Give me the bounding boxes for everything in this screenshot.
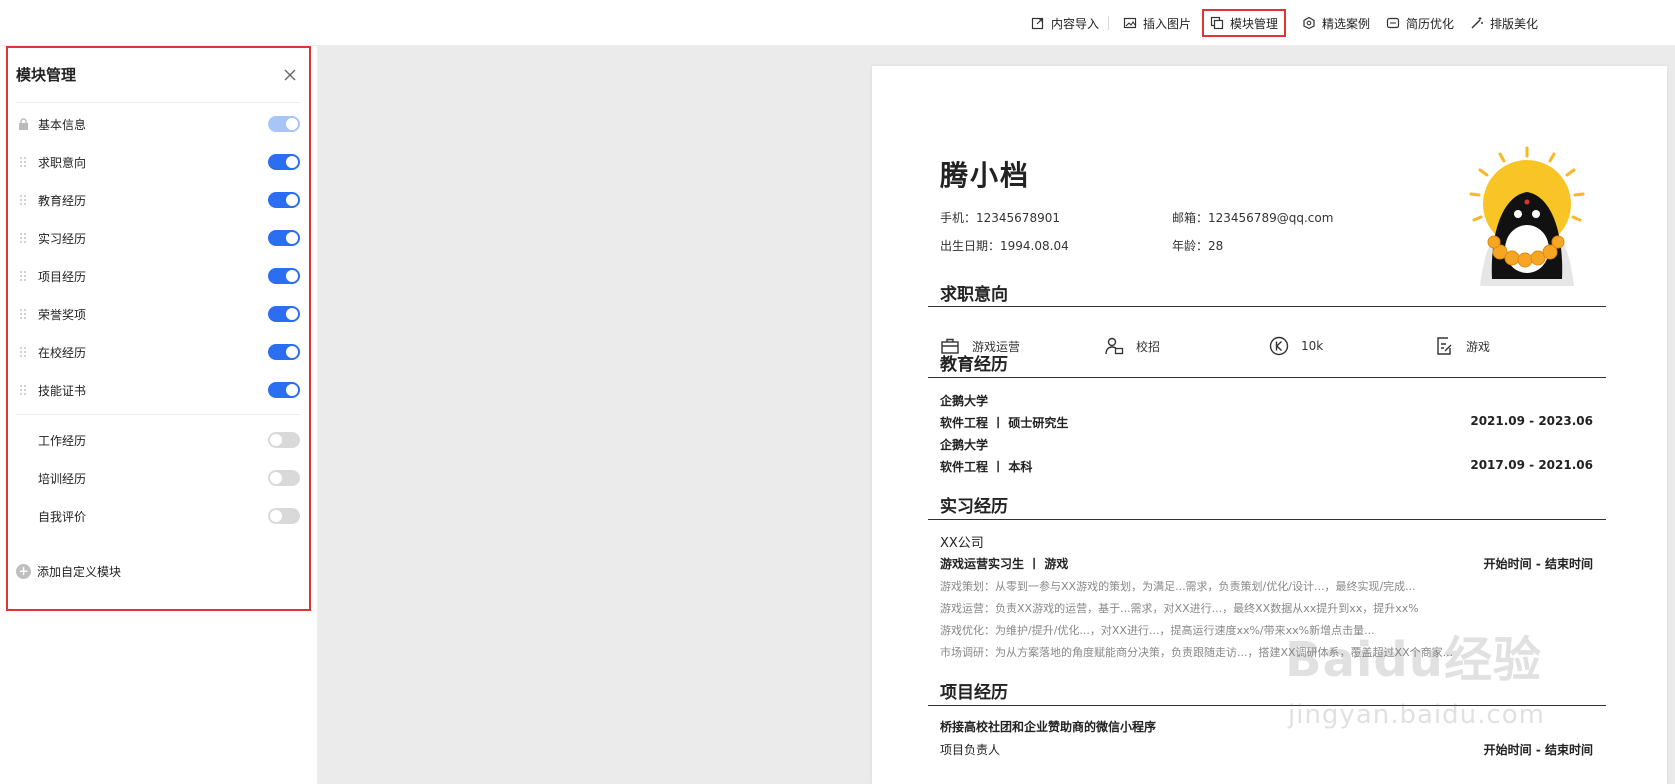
avatar[interactable]	[1462, 144, 1592, 294]
toolbar-divider	[1108, 16, 1109, 30]
top-toolbar: 内容导入 插入图片 模块管理 精选案例 简历优化 排版美化	[0, 0, 1675, 46]
drag-handle-icon[interactable]	[16, 193, 30, 207]
section-divider	[928, 377, 1606, 378]
module-toggle-skills[interactable]	[268, 382, 300, 398]
drag-handle-icon[interactable]	[16, 383, 30, 397]
module-row-campus[interactable]: 在校经历	[16, 340, 300, 364]
baidu-watermark: Baidu经验	[1285, 632, 1542, 688]
close-icon[interactable]	[282, 67, 298, 83]
lock-icon	[16, 117, 30, 131]
module-row-job-intent[interactable]: 求职意向	[16, 150, 300, 174]
intent-salary[interactable]: 10k	[1269, 336, 1323, 356]
edit-doc-icon	[1437, 337, 1452, 355]
resume-birth[interactable]: 出生日期：1994.08.04	[940, 237, 1069, 254]
section-title-internship[interactable]: 实习经历	[940, 492, 1008, 517]
module-row-work[interactable]: 工作经历	[16, 428, 300, 452]
edu-school[interactable]: 企鹅大学	[940, 436, 988, 453]
section-title-project[interactable]: 项目经历	[940, 678, 1008, 703]
resume-page[interactable]: 腾小档 手机：12345678901 邮箱：123456789@qq.com 出…	[872, 66, 1667, 784]
drag-handle-icon[interactable]	[16, 155, 30, 169]
beautify-icon	[1471, 17, 1483, 29]
resume-age[interactable]: 年龄：28	[1172, 237, 1223, 254]
panel-divider	[16, 414, 300, 415]
module-row-basic-info: 基本信息	[16, 112, 300, 136]
module-toggle-honors[interactable]	[268, 306, 300, 322]
module-row-self-eval[interactable]: 自我评价	[16, 504, 300, 528]
drag-handle-icon[interactable]	[16, 231, 30, 245]
section-title-education[interactable]: 教育经历	[940, 350, 1008, 375]
module-row-skills[interactable]: 技能证书	[16, 378, 300, 402]
import-icon	[1031, 17, 1044, 30]
module-row-project[interactable]: 项目经历	[16, 264, 300, 288]
modules-icon	[1210, 16, 1224, 30]
featured-cases-button[interactable]: 精选案例	[1296, 9, 1376, 37]
project-role[interactable]: 项目负责人	[940, 741, 1000, 758]
intent-industry[interactable]: 游戏	[1434, 336, 1490, 356]
drag-handle-icon[interactable]	[16, 345, 30, 359]
resume-email[interactable]: 邮箱：123456789@qq.com	[1172, 209, 1333, 226]
drag-handle-icon[interactable]	[16, 307, 30, 321]
intern-role[interactable]: 游戏运营实习生 丨 游戏	[940, 555, 1068, 572]
intern-time[interactable]: 开始时间 - 结束时间	[1484, 555, 1593, 572]
section-divider	[928, 519, 1606, 520]
person-card-icon	[1105, 337, 1124, 355]
edu-detail[interactable]: 软件工程 丨 本科	[940, 458, 1032, 475]
content-import-button[interactable]: 内容导入	[1025, 9, 1105, 37]
module-row-training[interactable]: 培训经历	[16, 466, 300, 490]
module-toggle-job-intent[interactable]	[268, 154, 300, 170]
intern-company[interactable]: XX公司	[940, 532, 984, 551]
module-toggle-training[interactable]	[268, 470, 300, 486]
drag-handle-icon[interactable]	[16, 269, 30, 283]
module-toggle-education[interactable]	[268, 192, 300, 208]
intern-desc-line[interactable]: 游戏策划：从零到一参与XX游戏的策划，为满足...需求，负责策划/优化/设计..…	[940, 578, 1416, 594]
insert-image-button[interactable]: 插入图片	[1117, 9, 1197, 37]
module-manage-panel: 模块管理 基本信息 求职意向 教育经历 实习经历 项目经历 荣誉奖项 在校经历	[6, 46, 311, 611]
salary-icon	[1269, 336, 1289, 356]
module-toggle-internship[interactable]	[268, 230, 300, 246]
panel-divider	[16, 102, 300, 103]
module-toggle-basic-info	[268, 116, 300, 132]
panel-title: 模块管理	[16, 66, 77, 84]
edu-detail[interactable]: 软件工程 丨 硕士研究生	[940, 414, 1068, 431]
module-manage-button[interactable]: 模块管理	[1202, 9, 1287, 37]
intent-type[interactable]: 校招	[1104, 336, 1160, 356]
module-row-education[interactable]: 教育经历	[16, 188, 300, 212]
module-row-honors[interactable]: 荣誉奖项	[16, 302, 300, 326]
intern-desc-line[interactable]: 游戏运营：负责XX游戏的运营，基于...需求，对XX进行...，最终XX数据从x…	[940, 600, 1419, 616]
layout-beautify-button[interactable]: 排版美化	[1464, 9, 1544, 37]
edu-school[interactable]: 企鹅大学	[940, 392, 988, 409]
edu-time[interactable]: 2017.09 - 2021.06	[1470, 458, 1593, 472]
image-icon	[1123, 17, 1137, 29]
module-toggle-work[interactable]	[268, 432, 300, 448]
resume-phone[interactable]: 手机：12345678901	[940, 209, 1060, 226]
resume-name[interactable]: 腾小档	[940, 154, 1030, 194]
module-toggle-self-eval[interactable]	[268, 508, 300, 524]
section-divider	[928, 306, 1606, 307]
optimize-icon	[1386, 17, 1400, 29]
plus-circle-icon: +	[16, 564, 31, 579]
resume-optimize-button[interactable]: 简历优化	[1380, 9, 1460, 37]
project-name[interactable]: 桥接高校社团和企业赞助商的微信小程序	[940, 718, 1156, 735]
cases-icon	[1303, 16, 1315, 30]
module-toggle-project[interactable]	[268, 268, 300, 284]
add-custom-module-button[interactable]: + 添加自定义模块	[16, 563, 121, 580]
section-title-intent[interactable]: 求职意向	[940, 280, 1008, 305]
module-row-internship[interactable]: 实习经历	[16, 226, 300, 250]
edu-time[interactable]: 2021.09 - 2023.06	[1470, 414, 1593, 428]
module-toggle-campus[interactable]	[268, 344, 300, 360]
project-time[interactable]: 开始时间 - 结束时间	[1484, 741, 1593, 758]
baidu-watermark-url: jingyan.baidu.com	[1288, 700, 1545, 730]
